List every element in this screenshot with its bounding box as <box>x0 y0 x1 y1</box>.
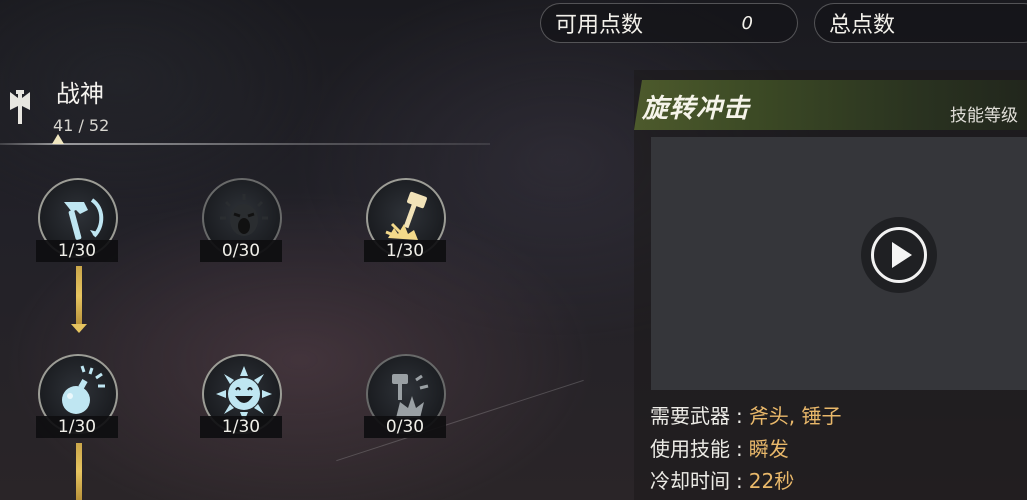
skill-node-bomb[interactable]: 1/30 <box>36 352 124 440</box>
skill-connector <box>76 443 82 500</box>
available-points-label: 可用点数 <box>555 13 644 38</box>
skill-level-count: 1/30 <box>36 240 118 262</box>
skill-node-war-cry[interactable]: 0/30 <box>200 176 288 264</box>
hammer-strike-icon <box>385 191 427 240</box>
required-weapon-value: 斧头, 锤子 <box>748 404 842 428</box>
available-points-display: 可用点数 0 <box>540 3 798 43</box>
hammer-burst-icon <box>392 374 429 418</box>
spinning-hammer-icon <box>64 198 104 240</box>
required-weapon-label: 需要武器 <box>650 404 730 428</box>
skill-level-count: 1/30 <box>364 240 446 262</box>
skill-level-count: 0/30 <box>200 240 282 262</box>
skill-level-count: 1/30 <box>200 416 282 438</box>
skill-level-count: 0/30 <box>364 416 446 438</box>
skill-level-count: 1/30 <box>36 416 118 438</box>
skill-preview-video[interactable] <box>651 137 1027 390</box>
cooldown-value: 22秒 <box>748 469 795 493</box>
class-progress: 41 / 52 <box>53 116 110 135</box>
total-points-label: 总点数 <box>829 13 896 38</box>
roaring-face-icon <box>220 194 268 236</box>
play-button[interactable] <box>861 217 937 293</box>
skill-node-hammer-burst[interactable]: 0/30 <box>364 352 452 440</box>
progress-marker-icon <box>52 134 64 144</box>
total-points-display: 总点数 <box>814 3 1027 43</box>
available-points-value: 0 <box>741 12 753 34</box>
bomb-burst-icon <box>62 365 105 414</box>
laughing-sun-face-icon <box>216 366 272 422</box>
cooldown-label: 冷却时间 <box>650 469 730 493</box>
skill-usage-row: 使用技能: 瞬发 <box>650 437 789 461</box>
header-divider <box>0 143 490 145</box>
skill-node-spin-hammer[interactable]: 1/30 <box>36 176 124 264</box>
skill-node-ground-smash[interactable]: 1/30 <box>364 176 452 264</box>
skill-node-frenzy[interactable]: 1/30 <box>200 352 288 440</box>
play-icon <box>871 227 927 283</box>
skill-level-label: 技能等级 <box>950 106 1018 126</box>
skill-connector <box>76 266 82 326</box>
class-name: 战神 <box>56 80 104 108</box>
connector-arrow-icon <box>71 324 87 333</box>
skill-title: 旋转冲击 <box>642 94 751 124</box>
skill-usage-value: 瞬发 <box>748 437 789 461</box>
skill-usage-label: 使用技能 <box>650 437 730 461</box>
cooldown-row: 冷却时间:22秒 <box>650 469 795 493</box>
battle-axe-icon <box>10 90 30 124</box>
required-weapon-row: 需要武器: 斧头, 锤子 <box>650 404 842 428</box>
